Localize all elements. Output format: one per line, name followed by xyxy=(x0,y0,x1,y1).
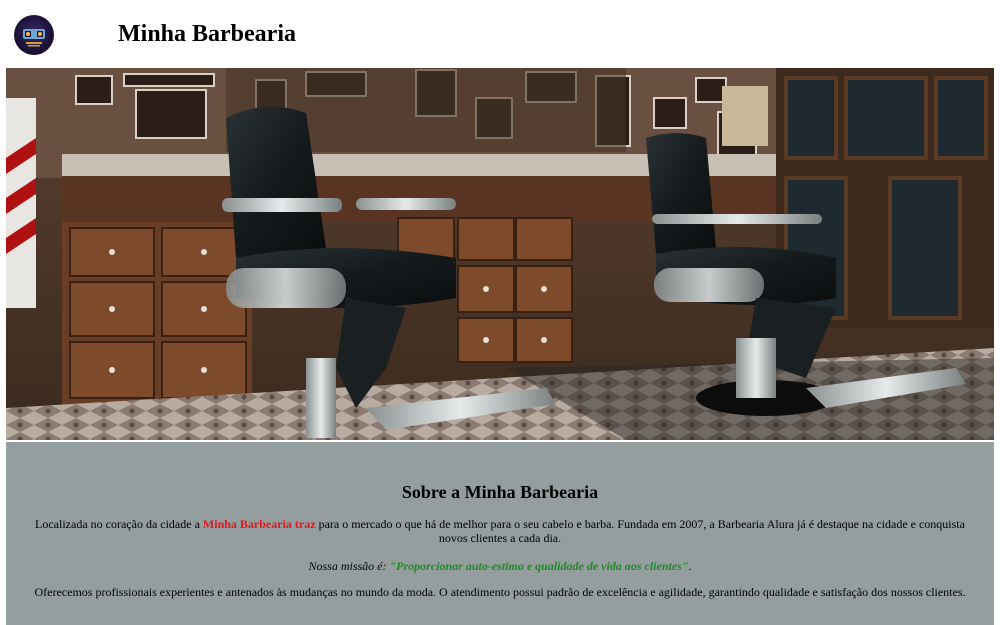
mission-label: Nossa missão é: xyxy=(308,559,390,573)
mission-end: . xyxy=(688,559,692,573)
about-paragraph-services: Oferecemos profissionais experientes e a… xyxy=(34,585,966,599)
mission-text: "Proporcionar auto-estima e qualidade de… xyxy=(389,559,689,573)
site-header: Minha Barbearia xyxy=(0,0,1000,68)
barbershop-banner-image xyxy=(6,68,994,440)
mission-paragraph: Nossa missão é: "Proporcionar auto-estim… xyxy=(30,559,970,573)
about-paragraph-intro: Localizada no coração da cidade a Minha … xyxy=(30,517,970,545)
intro-suffix: para o mercado o que há de melhor para o… xyxy=(315,517,965,545)
barber-logo-icon[interactable] xyxy=(14,15,54,55)
intro-prefix: Localizada no coração da cidade a xyxy=(35,517,203,531)
site-title: Minha Barbearia xyxy=(118,21,296,47)
about-heading: Sobre a Minha Barbearia xyxy=(401,482,599,502)
about-section: Sobre a Minha Barbearia Localizada no co… xyxy=(6,442,994,625)
highlight-text: Minha Barbearia traz xyxy=(202,517,316,531)
